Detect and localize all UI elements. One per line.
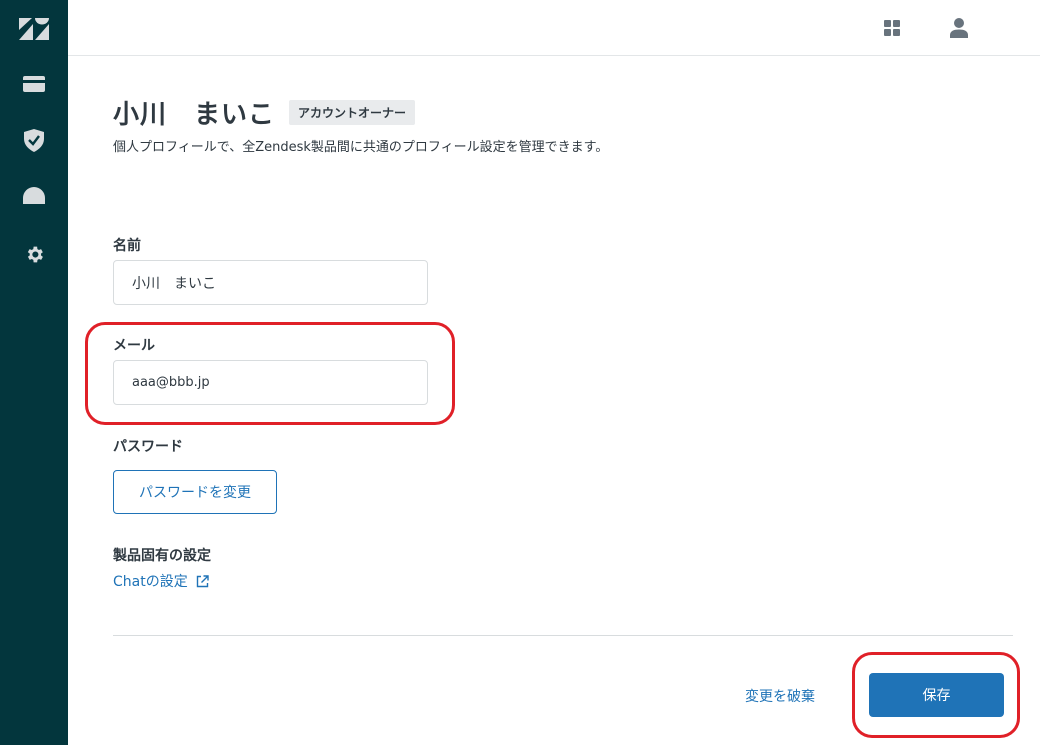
sidebar xyxy=(0,0,68,745)
credit-card-icon[interactable] xyxy=(14,64,54,104)
dome-icon[interactable] xyxy=(14,175,54,215)
top-bar xyxy=(68,0,1040,56)
name-label: 名前 xyxy=(113,238,141,254)
change-password-button[interactable]: パスワードを変更 xyxy=(113,470,277,514)
discard-changes-link[interactable]: 変更を破棄 xyxy=(745,686,815,706)
chat-settings-link-label: Chatの設定 xyxy=(113,574,188,590)
shield-check-icon[interactable] xyxy=(14,120,54,160)
title-row: 小川 まいこ アカウントオーナー xyxy=(113,94,416,131)
page-title: 小川 まいこ xyxy=(113,100,276,130)
page-description: 個人プロフィールで、全Zendesk製品間に共通のプロフィール設定を管理できます… xyxy=(113,140,609,155)
apps-grid-icon[interactable] xyxy=(872,8,912,48)
password-label: パスワード xyxy=(113,439,183,455)
zendesk-logo-icon[interactable] xyxy=(14,9,54,49)
name-input[interactable] xyxy=(113,260,428,305)
chat-settings-link[interactable]: Chatの設定 xyxy=(113,571,209,591)
owner-badge: アカウントオーナー xyxy=(289,100,416,125)
external-link-icon xyxy=(196,574,209,587)
email-label: メール xyxy=(113,338,155,354)
footer-divider xyxy=(113,635,1013,636)
email-input[interactable] xyxy=(113,360,428,405)
product-settings-heading: 製品固有の設定 xyxy=(113,548,211,564)
save-button[interactable]: 保存 xyxy=(869,673,1004,717)
gear-icon[interactable] xyxy=(14,234,54,274)
user-profile-icon[interactable] xyxy=(939,8,979,48)
